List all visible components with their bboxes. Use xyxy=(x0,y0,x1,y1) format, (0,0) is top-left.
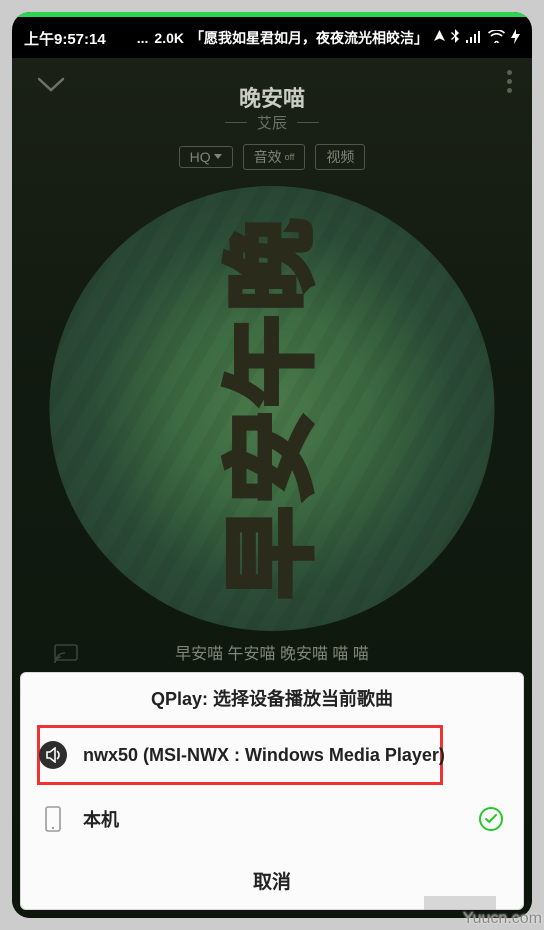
location-icon xyxy=(434,30,445,47)
qplay-sheet: QPlay: 选择设备播放当前歌曲 nwx50 (MSI-NWX : Windo… xyxy=(20,672,524,910)
watermark-bar xyxy=(424,896,496,910)
check-icon xyxy=(479,807,503,831)
charging-icon xyxy=(511,29,520,47)
device-option-remote[interactable]: nwx50 (MSI-NWX : Windows Media Player) xyxy=(21,723,523,787)
sheet-title: QPlay: 选择设备播放当前歌曲 xyxy=(21,673,523,723)
collapse-icon[interactable] xyxy=(36,76,66,99)
wifi-icon xyxy=(488,30,505,46)
artist-row[interactable]: 艾辰 xyxy=(12,112,532,133)
artist-name: 艾辰 xyxy=(257,112,287,133)
song-title: 晚安喵 xyxy=(239,81,305,113)
more-icon[interactable] xyxy=(507,70,512,93)
status-speed: 2.0K xyxy=(154,30,184,46)
quality-chip[interactable]: HQ xyxy=(179,146,233,168)
device-label: nwx50 (MSI-NWX : Windows Media Player) xyxy=(83,745,445,766)
device-option-local[interactable]: 本机 xyxy=(21,787,523,851)
sfx-chip[interactable]: 音效off xyxy=(243,144,306,170)
phone-icon xyxy=(39,806,67,832)
signal-icon xyxy=(466,30,482,46)
device-label: 本机 xyxy=(83,806,119,832)
status-bar: 上午9:57:14 ... 2.0K 「愿我如星君如月，夜夜流光相皎洁」 xyxy=(12,18,532,58)
watermark: Yuucn.com xyxy=(463,910,542,928)
status-time: 上午9:57:14 xyxy=(24,28,106,49)
bluetooth-icon xyxy=(451,29,460,47)
speaker-icon xyxy=(39,741,67,769)
status-marquee: 「愿我如星君如月，夜夜流光相皎洁」 xyxy=(190,28,428,48)
album-art: 早 安 午 晚 xyxy=(50,186,495,631)
video-chip[interactable]: 视频 xyxy=(315,144,365,170)
lyric-line: 早安喵 午安喵 晚安喵 喵 喵 xyxy=(12,640,532,664)
